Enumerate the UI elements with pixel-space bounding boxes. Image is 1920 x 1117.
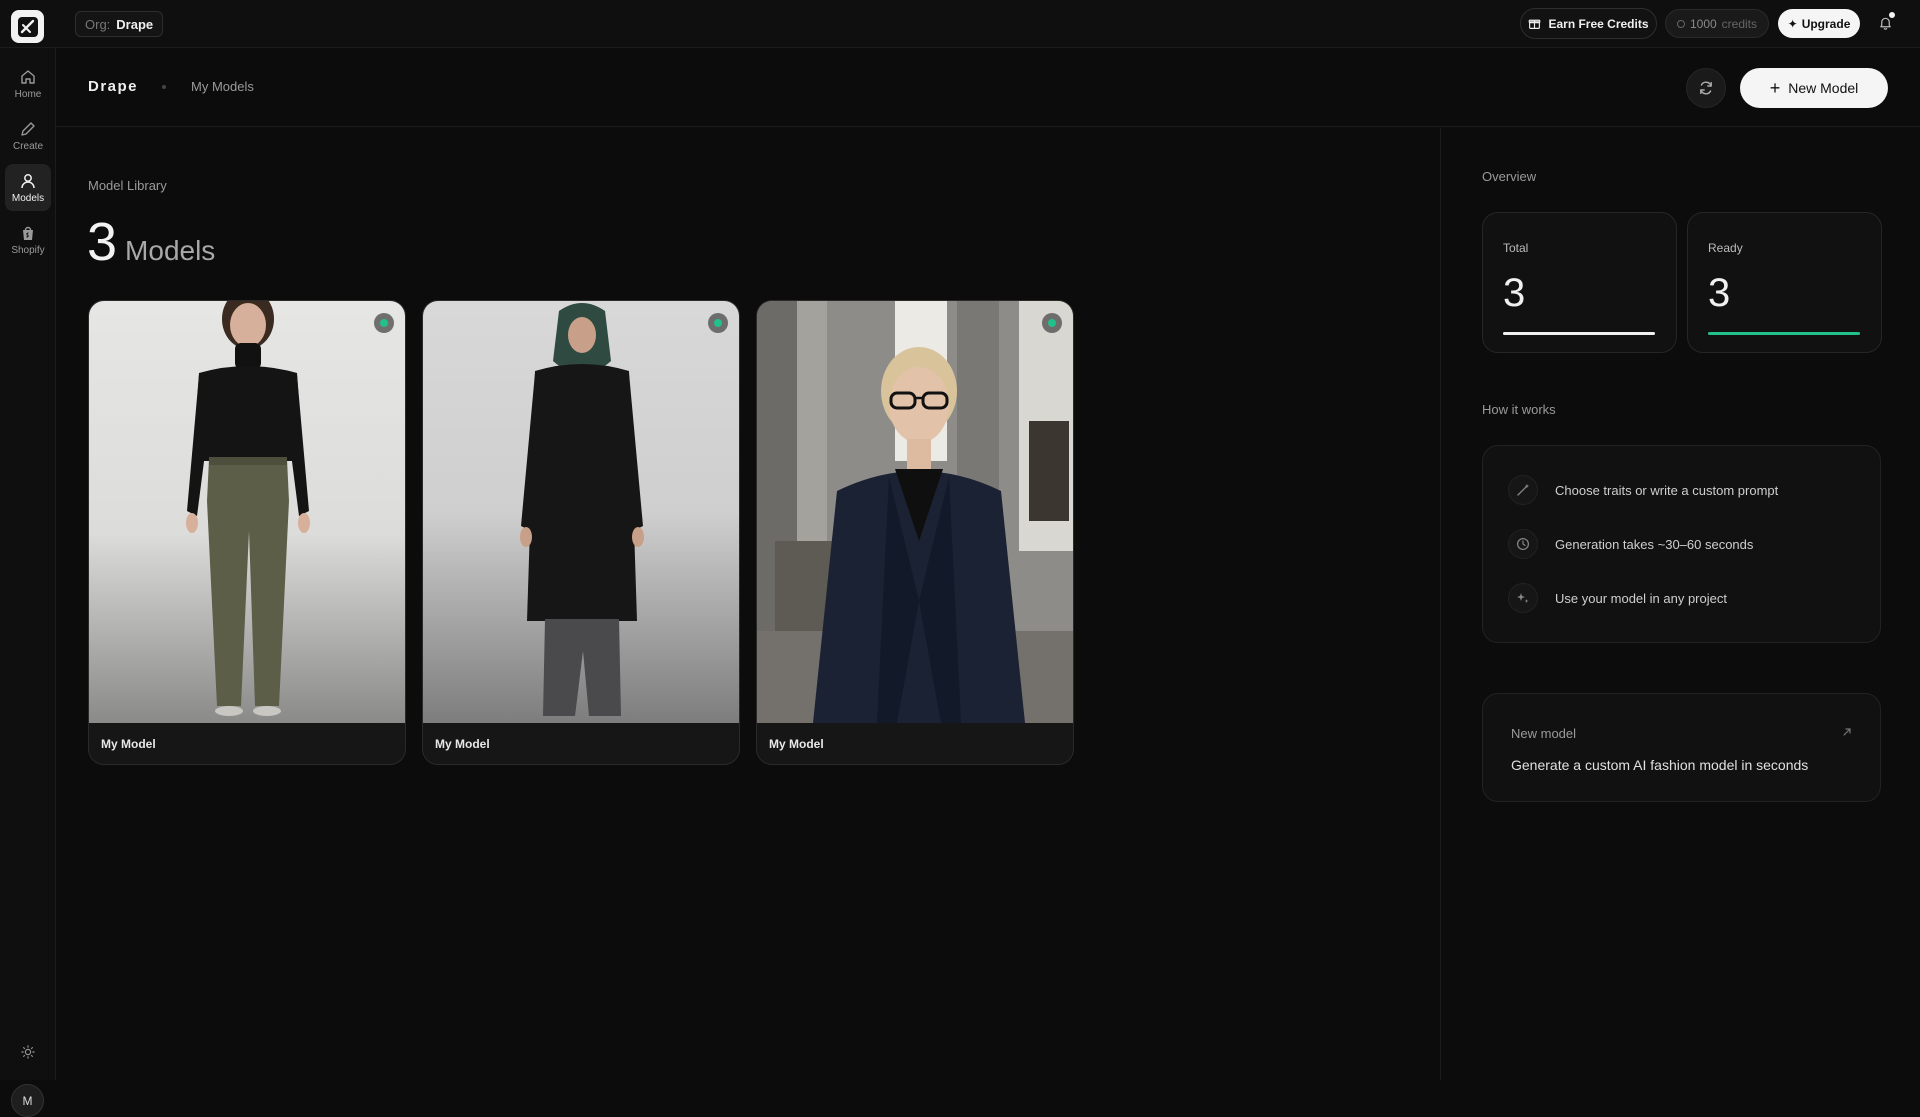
model-photo [423, 301, 739, 723]
how-step: Use your model in any project [1508, 583, 1727, 613]
model-card[interactable]: My Model [88, 300, 406, 765]
how-step: Choose traits or write a custom prompt [1508, 475, 1778, 505]
how-step-text: Generation takes ~30–60 seconds [1555, 536, 1754, 552]
org-switcher[interactable]: Org: Drape [75, 11, 164, 37]
progress-bar [1503, 332, 1655, 335]
sidebar-item-models[interactable]: Models [5, 164, 51, 211]
sidebar-item-label: Create [12, 140, 43, 152]
sidebar-item-label: Shopify [11, 244, 45, 256]
cta-title: New model [1511, 726, 1577, 741]
earn-credits-label: Earn Free Credits [1548, 16, 1649, 31]
new-model-cta-card[interactable]: New model Generate a custom AI fashion m… [1482, 693, 1881, 802]
model-name: My Model [101, 737, 156, 751]
stat-value: 3 [1708, 271, 1731, 315]
status-indicator [1042, 313, 1062, 333]
stat-card-ready: Ready 3 [1687, 212, 1882, 353]
stat-card-total: Total 3 [1482, 212, 1677, 353]
sun-icon [21, 1045, 35, 1059]
notification-dot [1889, 12, 1895, 18]
how-title: How it works [1482, 402, 1556, 417]
breadcrumb-separator [162, 85, 166, 89]
progress-bar [1708, 332, 1860, 335]
how-step: Generation takes ~30–60 seconds [1508, 529, 1753, 559]
sidebar-item-home[interactable]: Home [5, 60, 51, 107]
model-card[interactable]: My Model [756, 300, 1074, 765]
new-model-label: New Model [1788, 80, 1859, 96]
avatar[interactable]: M [11, 1084, 44, 1117]
home-icon [21, 69, 35, 84]
sidebar-item-label: Home [14, 88, 42, 100]
shopify-icon [23, 226, 33, 240]
wand-icon [1508, 475, 1538, 505]
credits-amount: 1000 [1689, 16, 1717, 31]
page-header: Drape My Models + New Model [56, 48, 1920, 127]
coin-icon [1676, 19, 1685, 28]
gift-icon [1529, 19, 1541, 29]
plus-icon: + [1769, 78, 1781, 98]
sidebar-item-create[interactable]: Create [5, 112, 51, 159]
upgrade-button[interactable]: ✦ Upgrade [1778, 9, 1860, 38]
theme-toggle[interactable] [18, 1042, 38, 1062]
how-it-works-card: Choose traits or write a custom prompt G… [1482, 445, 1881, 643]
earn-credits-button[interactable]: Earn Free Credits [1520, 8, 1657, 39]
right-panel: Overview Total 3 Ready 3 How it works Ch… [1440, 128, 1920, 1080]
org-key: Org: [85, 16, 111, 32]
logo-icon [17, 16, 38, 37]
stat-label: Total [1503, 241, 1529, 255]
credits-label: credits [1721, 16, 1758, 31]
sidebar: Home Create Models Shopify M [0, 48, 56, 1117]
stat-value: 3 [1503, 271, 1526, 315]
pencil-icon [21, 121, 35, 136]
overview-title: Overview [1482, 169, 1537, 184]
model-name: My Model [435, 737, 490, 751]
top-bar: Org: Drape Earn Free Credits 1000 credit… [0, 0, 1920, 48]
sidebar-item-label: Models [11, 192, 45, 204]
notifications-button[interactable] [1874, 12, 1896, 34]
model-count-number: 3 [87, 212, 118, 272]
status-indicator [374, 313, 394, 333]
refresh-button[interactable] [1686, 68, 1726, 108]
progress-fill [1708, 332, 1860, 335]
user-icon [21, 173, 35, 188]
app-logo[interactable] [11, 10, 44, 43]
sidebar-item-shopify[interactable]: Shopify [5, 216, 51, 263]
model-card[interactable]: My Model [422, 300, 740, 765]
clock-icon [1508, 529, 1538, 559]
sparkles-icon [1508, 583, 1538, 613]
cta-text: Generate a custom AI fashion model in se… [1511, 757, 1809, 773]
org-name: Drape [116, 16, 154, 32]
status-indicator [708, 313, 728, 333]
progress-fill [1503, 332, 1655, 335]
section-label: Model Library [88, 178, 167, 193]
model-photo [757, 301, 1073, 723]
how-step-text: Choose traits or write a custom prompt [1555, 482, 1779, 498]
new-model-button[interactable]: + New Model [1740, 68, 1888, 108]
arrow-up-right-icon [1842, 724, 1852, 742]
model-count: 3 Models [87, 215, 215, 269]
stat-label: Ready [1708, 241, 1743, 255]
brand-name: Drape [88, 78, 139, 95]
breadcrumb[interactable]: My Models [191, 79, 254, 94]
sparkle-icon: ✦ [1787, 16, 1798, 31]
upgrade-label: Upgrade [1801, 16, 1851, 31]
model-photo [89, 301, 405, 723]
how-step-text: Use your model in any project [1555, 590, 1727, 606]
credits-balance[interactable]: 1000 credits [1665, 9, 1769, 38]
model-name: My Model [769, 737, 824, 751]
model-count-word: Models [125, 235, 216, 266]
refresh-icon [1700, 81, 1712, 95]
